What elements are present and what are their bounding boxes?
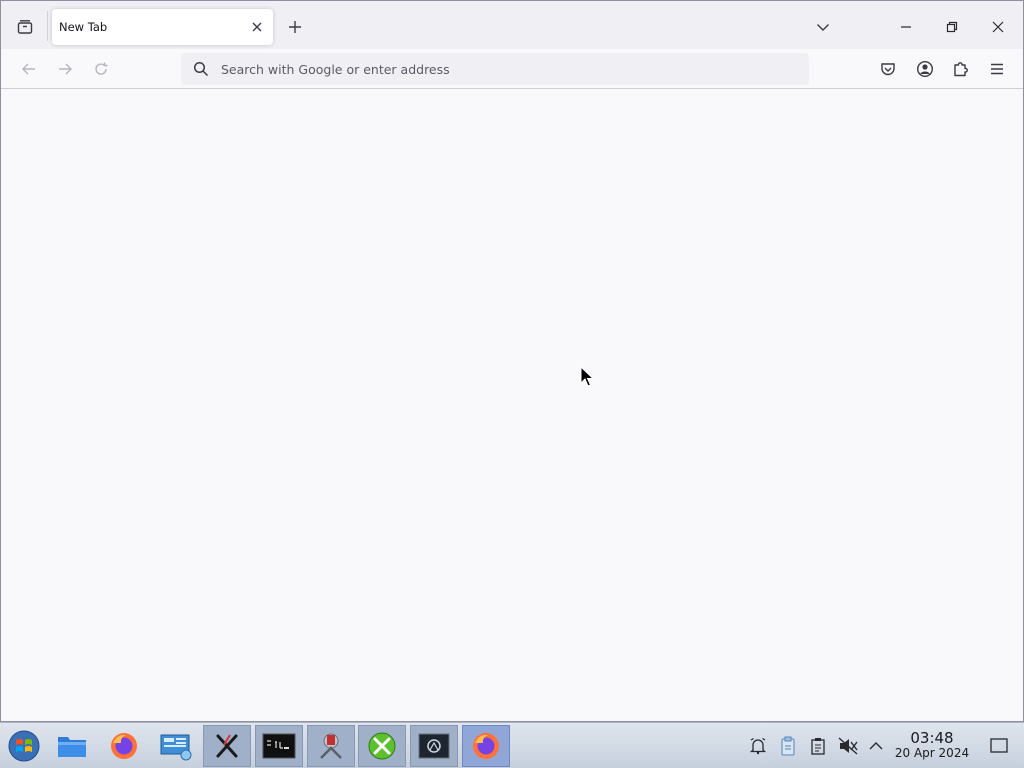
firefox-icon — [111, 733, 137, 759]
file-manager-icon — [58, 737, 86, 757]
clock-date: 20 Apr 2024 — [894, 745, 970, 760]
arrow-right-icon — [59, 63, 72, 75]
firefox-icon — [473, 733, 499, 759]
clipboard-manager-icon — [781, 736, 795, 756]
taskbar-clock[interactable]: 03:48 20 Apr 2024 — [893, 729, 971, 760]
x-tool-icon — [216, 734, 238, 758]
search-icon — [193, 61, 209, 77]
taskbar-remote-desktop[interactable] — [152, 725, 200, 767]
screenshot-app-icon — [418, 733, 450, 759]
terminal-icon — [262, 733, 296, 759]
taskbar: 03:48 20 Apr 2024 — [0, 722, 1024, 768]
remote-desktop-icon — [160, 734, 192, 761]
alarm-bell-icon — [749, 737, 767, 755]
new-tab-button[interactable] — [281, 13, 309, 41]
reload-button[interactable] — [87, 55, 115, 83]
minimize-button[interactable] — [884, 9, 928, 45]
tray-volume[interactable] — [836, 723, 860, 768]
taskbar-system-tool[interactable] — [307, 725, 355, 767]
tray-clipboard[interactable] — [806, 723, 830, 768]
browser-window: New Tab — [0, 0, 1024, 722]
arrow-left-icon — [22, 63, 35, 75]
address-bar[interactable] — [181, 53, 809, 85]
tray-show-hidden[interactable] — [864, 723, 888, 768]
start-menu-icon — [8, 730, 40, 762]
forward-button[interactable] — [51, 55, 79, 83]
firefox-view-button[interactable] — [9, 11, 41, 43]
taskbar-file-manager[interactable] — [48, 725, 96, 767]
mouse-cursor-icon — [580, 366, 594, 387]
hamburger-menu-icon — [991, 63, 1003, 75]
extensions-button[interactable] — [947, 55, 975, 83]
save-to-pocket-button[interactable] — [874, 55, 902, 83]
clock-time: 03:48 — [910, 729, 954, 747]
clipboard-icon — [811, 738, 825, 755]
account-button[interactable] — [911, 55, 939, 83]
taskbar-terminal[interactable] — [255, 725, 303, 767]
chevron-down-icon — [817, 24, 829, 31]
show-desktop-button[interactable] — [986, 723, 1012, 768]
tab-strip: New Tab — [1, 1, 1023, 49]
start-button[interactable] — [0, 725, 48, 767]
pocket-icon — [881, 63, 895, 76]
restore-button[interactable] — [930, 9, 974, 45]
account-icon — [916, 60, 934, 78]
reload-icon — [95, 62, 108, 75]
page-content[interactable] — [1, 90, 1023, 721]
tray-notifications[interactable] — [746, 723, 770, 768]
firefox-view-icon — [17, 20, 33, 34]
taskbar-settings-tools[interactable] — [358, 725, 406, 767]
tray-clipboard-manager[interactable] — [776, 723, 800, 768]
close-icon — [992, 21, 1004, 33]
close-icon — [252, 22, 262, 32]
settings-tools-icon — [368, 732, 396, 760]
notification-panel-icon — [990, 738, 1008, 753]
puzzle-piece-icon — [954, 62, 968, 77]
address-input[interactable] — [221, 57, 791, 81]
minimize-icon — [901, 26, 911, 28]
restore-icon — [946, 21, 958, 33]
tab-title: New Tab — [59, 20, 108, 34]
tab-strip-divider — [47, 11, 48, 41]
taskbar-firefox[interactable] — [100, 725, 148, 767]
speaker-muted-icon — [838, 737, 858, 755]
tab-new-tab[interactable]: New Tab — [52, 9, 273, 45]
application-menu-button[interactable] — [983, 55, 1011, 83]
navigation-toolbar — [1, 49, 1023, 89]
close-window-button[interactable] — [976, 9, 1020, 45]
list-all-tabs-button[interactable] — [809, 13, 837, 41]
chevron-up-icon — [869, 742, 883, 750]
system-tool-icon — [320, 733, 342, 759]
taskbar-x-tool[interactable] — [203, 725, 251, 767]
tab-close-button[interactable] — [247, 17, 267, 37]
taskbar-screenshot-app[interactable] — [410, 725, 458, 767]
taskbar-firefox-active[interactable] — [462, 725, 510, 767]
back-button[interactable] — [15, 55, 43, 83]
plus-icon — [289, 21, 301, 33]
